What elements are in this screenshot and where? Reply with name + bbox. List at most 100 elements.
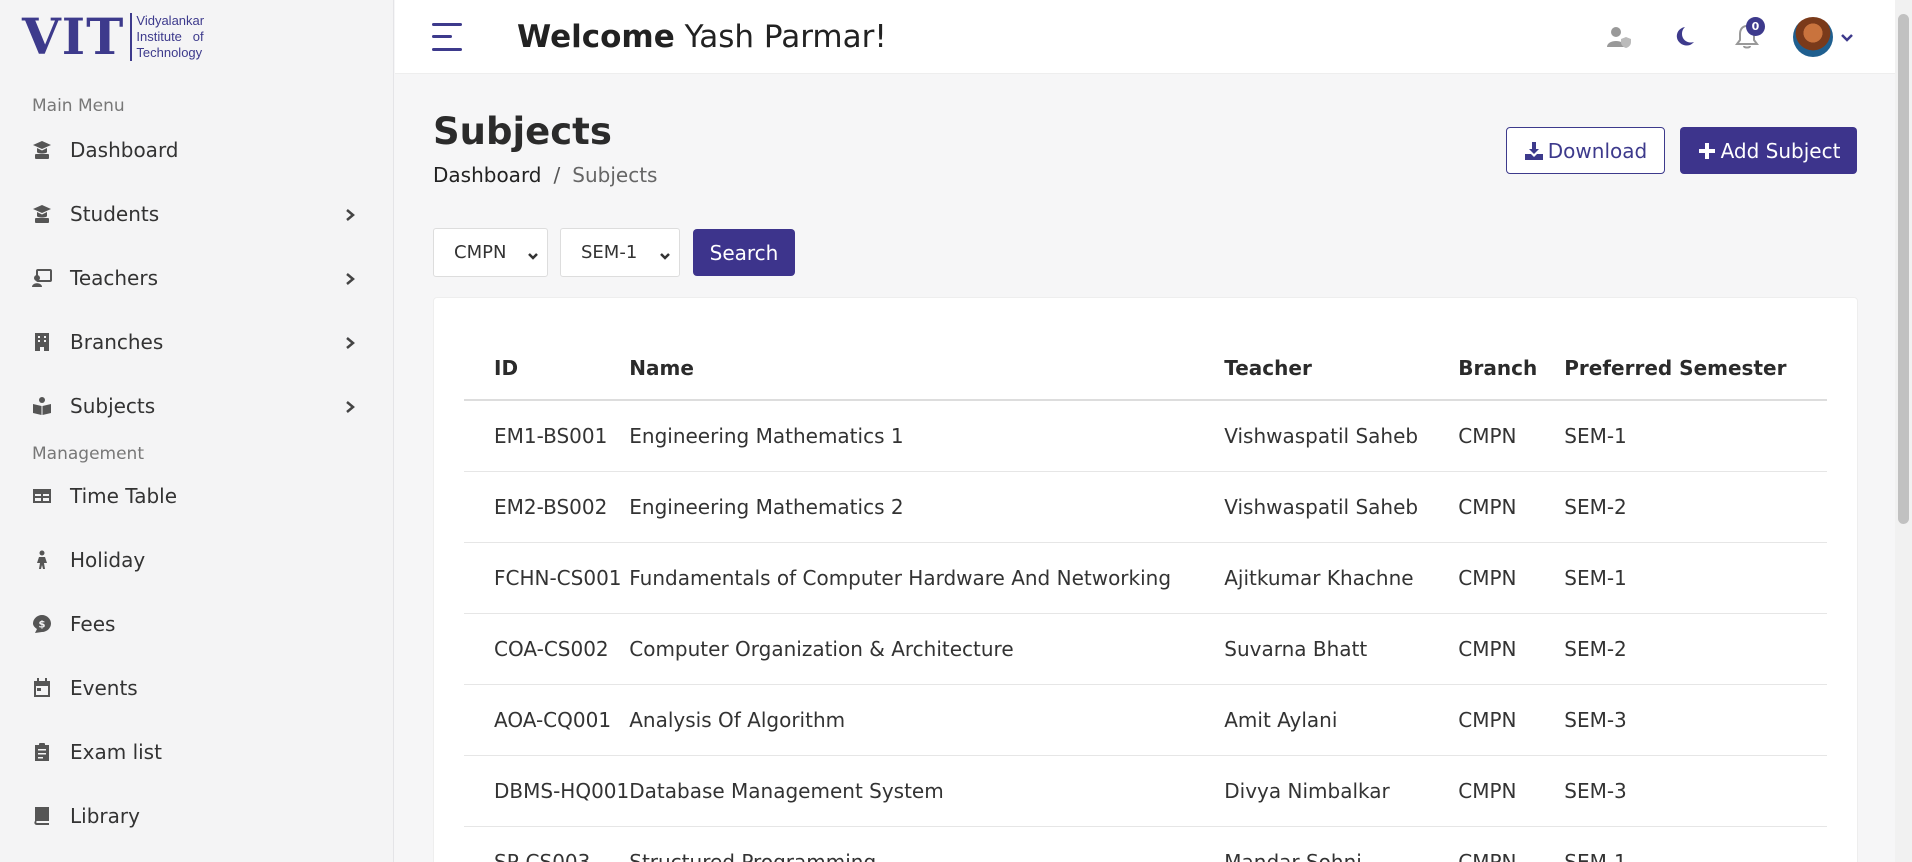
add-subject-button[interactable]: Add Subject xyxy=(1680,127,1857,174)
welcome-message: Welcome Yash Parmar! xyxy=(517,19,887,55)
column-header-semester[interactable]: Preferred Semester xyxy=(1564,336,1827,401)
logo-text: Vidyalankar Institute of Technology xyxy=(136,13,204,61)
main-menu-label: Main Menu xyxy=(32,96,125,116)
cell-teacher: Vishwaspatil Saheb xyxy=(1224,471,1459,543)
table-row[interactable]: AOA-CQ001 Analysis Of Algorithm Amit Ayl… xyxy=(464,684,1827,756)
breadcrumb-current: Subjects xyxy=(572,163,658,187)
page-title: Subjects xyxy=(433,110,612,153)
column-header-branch[interactable]: Branch xyxy=(1458,336,1565,401)
table-row[interactable]: COA-CS002 Computer Organization & Archit… xyxy=(464,613,1827,685)
sidebar-item-dashboard[interactable]: Dashboard xyxy=(0,118,393,182)
chevron-down-icon xyxy=(527,246,539,260)
cell-teacher: Suvarna Bhatt xyxy=(1224,613,1459,685)
cell-id: EM2-BS002 xyxy=(464,471,630,543)
notification-badge: 0 xyxy=(1746,17,1765,36)
sidebar-item-branches[interactable]: Branches xyxy=(0,310,393,374)
sidebar-item-subjects[interactable]: Subjects xyxy=(0,374,393,438)
cell-name: Structured Programming xyxy=(629,826,1225,862)
dashboard-icon xyxy=(32,140,52,160)
sidebar-item-label: Time Table xyxy=(70,484,178,508)
user-shield-icon[interactable] xyxy=(1601,19,1637,55)
cell-branch: CMPN xyxy=(1458,400,1565,472)
management-label: Management xyxy=(32,444,144,464)
semester-select-value: SEM-1 xyxy=(581,242,638,263)
menu-toggle-icon[interactable] xyxy=(432,22,462,51)
cell-name: Engineering Mathematics 2 xyxy=(629,471,1225,543)
cell-name: Analysis Of Algorithm xyxy=(629,684,1225,756)
cell-teacher: Amit Aylani xyxy=(1224,684,1459,756)
book-icon xyxy=(32,806,52,826)
page-scrollbar[interactable] xyxy=(1895,0,1912,862)
scrollbar-thumb[interactable] xyxy=(1898,14,1909,524)
search-button[interactable]: Search xyxy=(693,229,795,276)
sidebar-item-time-table[interactable]: Time Table xyxy=(0,464,393,528)
cell-name: Engineering Mathematics 1 xyxy=(629,400,1225,472)
breadcrumb: Dashboard / Subjects xyxy=(433,163,657,187)
cell-semester: SEM-3 xyxy=(1564,684,1827,756)
branch-select[interactable]: CMPN xyxy=(433,228,548,277)
cell-id: SP-CS003 xyxy=(464,826,630,862)
column-header-name[interactable]: Name xyxy=(629,336,1225,401)
table-row[interactable]: SP-CS003 Structured Programming Mandar S… xyxy=(464,826,1827,862)
cell-name: Fundamentals of Computer Hardware And Ne… xyxy=(629,542,1225,614)
sidebar-item-label: Branches xyxy=(70,330,164,354)
cell-id: FCHN-CS001 xyxy=(464,542,630,614)
cell-branch: CMPN xyxy=(1458,826,1565,862)
sidebar-item-library[interactable]: Library xyxy=(0,784,393,848)
download-button[interactable]: Download xyxy=(1506,127,1665,174)
logo-divider xyxy=(130,13,133,61)
cell-semester: SEM-1 xyxy=(1564,400,1827,472)
bell-icon[interactable]: 0 xyxy=(1729,17,1765,55)
cell-branch: CMPN xyxy=(1458,542,1565,614)
cell-semester: SEM-1 xyxy=(1564,826,1827,862)
semester-select[interactable]: SEM-1 xyxy=(560,228,680,277)
cell-branch: CMPN xyxy=(1458,613,1565,685)
cell-teacher: Mandar Sohni xyxy=(1224,826,1459,862)
cell-name: Database Management System xyxy=(629,755,1225,827)
column-header-teacher[interactable]: Teacher xyxy=(1224,336,1459,401)
welcome-user-name: Yash Parmar! xyxy=(684,18,887,55)
sidebar-item-label: Subjects xyxy=(70,394,156,418)
sidebar-item-holiday[interactable]: Holiday xyxy=(0,528,393,592)
chevron-down-icon[interactable] xyxy=(1839,29,1855,45)
top-header: Welcome Yash Parmar! 0 xyxy=(395,0,1895,74)
sidebar-item-label: Fees xyxy=(70,612,116,636)
table-row[interactable]: EM2-BS002 Engineering Mathematics 2 Vish… xyxy=(464,471,1827,543)
chevron-down-icon xyxy=(659,246,671,260)
sidebar-item-label: Holiday xyxy=(70,548,146,572)
download-icon xyxy=(1524,141,1543,160)
sidebar-item-fees[interactable]: $ Fees xyxy=(0,592,393,656)
moon-icon[interactable] xyxy=(1665,19,1701,55)
sidebar-item-label: Students xyxy=(70,202,160,226)
table-header-row: ID Name Teacher Branch Preferred Semeste… xyxy=(464,336,1827,401)
table-row[interactable]: DBMS-HQ001 Database Management System Di… xyxy=(464,755,1827,827)
cell-semester: SEM-2 xyxy=(1564,613,1827,685)
breadcrumb-home[interactable]: Dashboard xyxy=(433,163,542,187)
logo-mark: VIT xyxy=(22,7,125,66)
sidebar-item-exam-list[interactable]: Exam list xyxy=(0,720,393,784)
breadcrumb-separator: / xyxy=(553,163,561,187)
sidebar-item-teachers[interactable]: Teachers xyxy=(0,246,393,310)
logo-line-2: Institute of xyxy=(136,29,204,44)
cell-teacher: Divya Nimbalkar xyxy=(1224,755,1459,827)
holiday-icon xyxy=(32,550,52,570)
cell-name: Computer Organization & Architecture xyxy=(629,613,1225,685)
table-row[interactable]: FCHN-CS001 Fundamentals of Computer Hard… xyxy=(464,542,1827,614)
cell-id: AOA-CQ001 xyxy=(464,684,630,756)
cell-branch: CMPN xyxy=(1458,684,1565,756)
sidebar-item-label: Dashboard xyxy=(70,138,179,162)
plus-icon xyxy=(1698,142,1715,159)
logo-line-3: Technology xyxy=(136,45,203,60)
sidebar-item-students[interactable]: Students xyxy=(0,182,393,246)
sidebar-item-label: Events xyxy=(70,676,138,700)
cell-branch: CMPN xyxy=(1458,755,1565,827)
avatar[interactable] xyxy=(1793,17,1833,57)
table-row[interactable]: EM1-BS001 Engineering Mathematics 1 Vish… xyxy=(464,400,1827,472)
cell-semester: SEM-3 xyxy=(1564,755,1827,827)
cell-id: EM1-BS001 xyxy=(464,400,630,472)
sidebar-item-events[interactable]: Events xyxy=(0,656,393,720)
logo[interactable]: VIT Vidyalankar Institute of Technology xyxy=(0,0,393,74)
table-icon xyxy=(32,486,52,506)
logo-line-1: Vidyalankar xyxy=(136,13,205,28)
column-header-id[interactable]: ID xyxy=(464,336,630,401)
